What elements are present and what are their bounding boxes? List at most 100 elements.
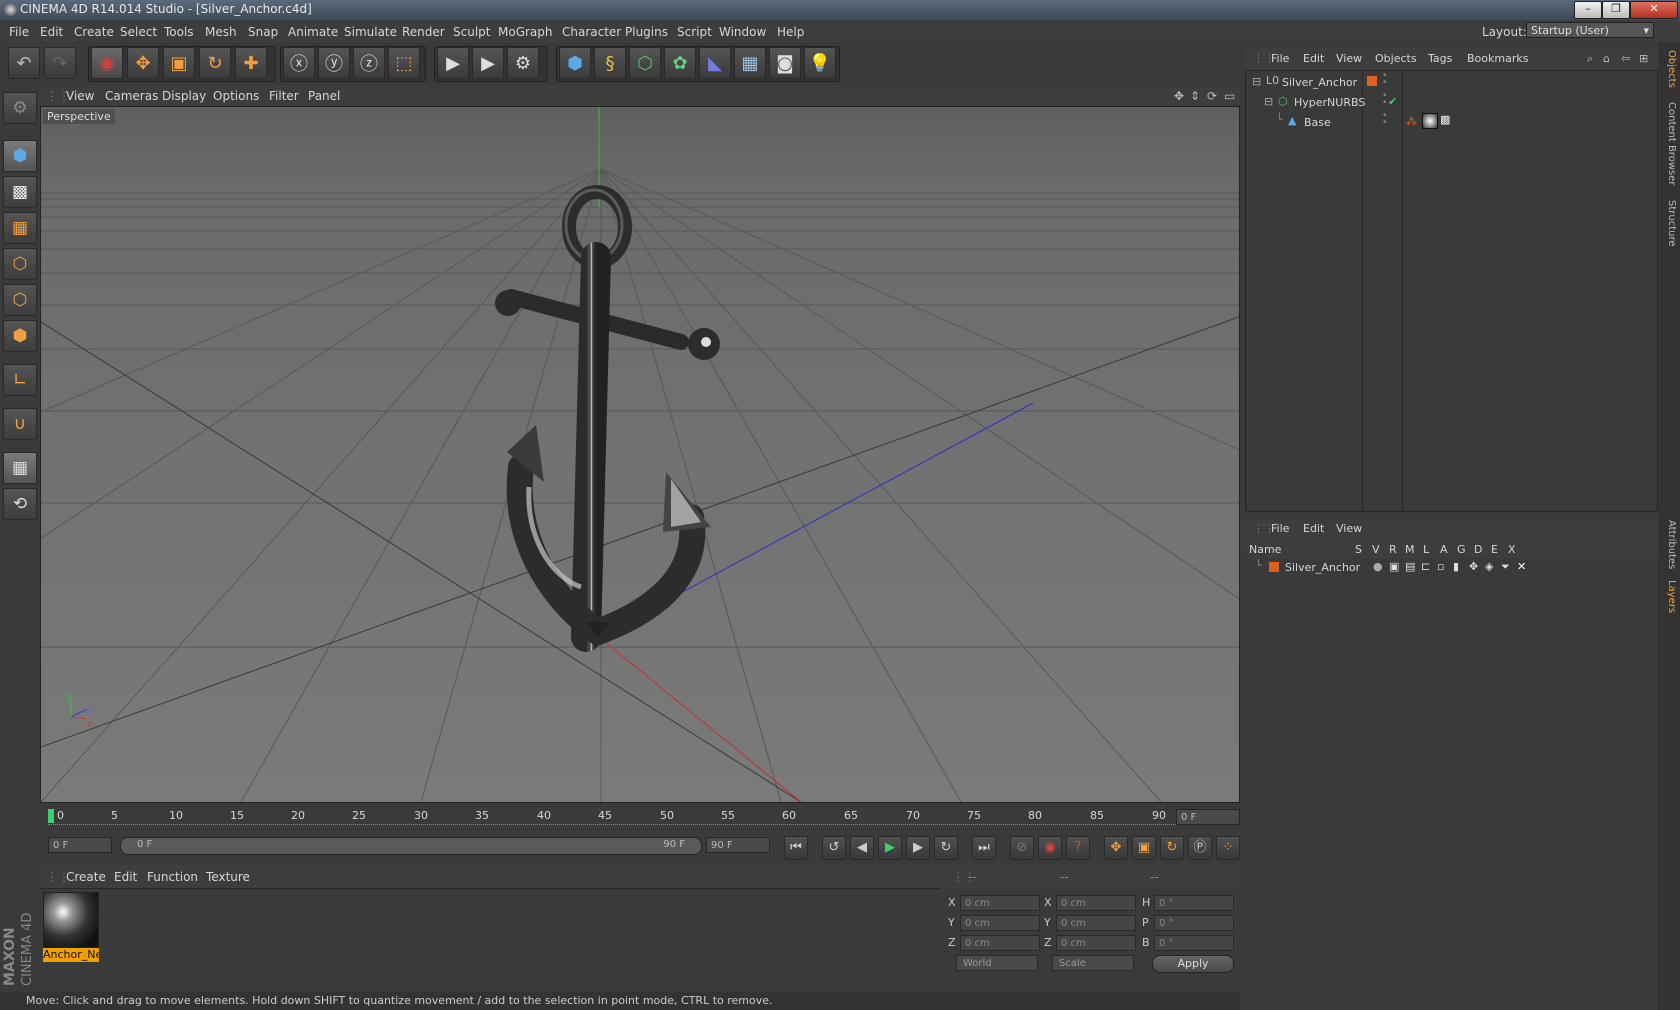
key-position-icon[interactable]: ✥ (1104, 836, 1128, 860)
menu-file[interactable]: File (9, 25, 29, 39)
layers-menu-file[interactable]: File (1271, 522, 1289, 535)
menu-plugins[interactable]: Plugins (625, 25, 668, 39)
render-view-icon[interactable]: ▶ (437, 47, 469, 79)
layers-menu-edit[interactable]: Edit (1303, 522, 1324, 535)
objects-menu-file[interactable]: File (1271, 52, 1289, 65)
viewport-rotate-icon[interactable]: ⟳ (1207, 89, 1217, 103)
timeline-ruler[interactable]: 0 5 10 15 20 25 30 35 40 45 50 55 60 65 … (40, 805, 1240, 830)
timeline-playhead[interactable] (48, 809, 54, 823)
play-icon[interactable]: ▶ (878, 836, 902, 860)
enabled-check-icon[interactable]: ✔ (1388, 95, 1397, 108)
back-icon[interactable]: ⇦ (1621, 52, 1630, 65)
camera-icon[interactable]: ◙ (769, 47, 801, 79)
deformer-icon[interactable]: ◣ (699, 47, 731, 79)
menu-edit[interactable]: Edit (40, 25, 63, 39)
column-xref[interactable]: X (1508, 543, 1516, 556)
size-z-field[interactable]: 0 cm (1056, 935, 1136, 951)
model-mode-icon[interactable]: ⬢ (3, 140, 37, 172)
texture-mode-icon[interactable]: ▩ (3, 176, 37, 208)
menu-help[interactable]: Help (777, 25, 804, 39)
move-tool-icon[interactable]: ✥ (127, 47, 159, 79)
keyframe-selection-icon[interactable]: ? (1066, 836, 1090, 860)
menu-animate[interactable]: Animate (288, 25, 338, 39)
column-manager[interactable]: M (1405, 543, 1415, 556)
tab-attributes[interactable]: Attributes (1661, 520, 1677, 569)
key-rotation-icon[interactable]: ↻ (1160, 836, 1184, 860)
tab-content-browser[interactable]: Content Browser (1661, 102, 1677, 185)
coordinate-mode-dropdown[interactable]: World (956, 955, 1038, 971)
layer-row-silver-anchor[interactable]: └ Silver_Anchor ● ▣ ▤ ⊏ ▫ ▮ ✥ ◈ ⏷ ✕ (1245, 559, 1656, 578)
position-y-field[interactable]: 0 cm (960, 915, 1040, 931)
object-row-silver-anchor[interactable]: ⊟ L0 Silver_Anchor • • (1246, 72, 1657, 91)
menu-render[interactable]: Render (402, 25, 445, 39)
viewport-maximize-icon[interactable]: ▭ (1224, 89, 1235, 103)
menu-mesh[interactable]: Mesh (205, 25, 237, 39)
animation-toggle-icon[interactable]: ▮ (1453, 560, 1459, 573)
coordinate-system-icon[interactable]: ⬚ (388, 47, 420, 79)
cube-primitive-icon[interactable]: ⬢ (559, 47, 591, 79)
undo-button[interactable]: ↶ (8, 47, 40, 79)
layer-name[interactable]: Silver_Anchor (1285, 561, 1360, 574)
menu-window[interactable]: Window (719, 25, 766, 39)
key-pla-icon[interactable]: ⁘ (1216, 836, 1240, 860)
layout-select[interactable]: Startup (User) ▾ (1526, 22, 1654, 38)
size-y-field[interactable]: 0 cm (1056, 915, 1136, 931)
key-scale-icon[interactable]: ▣ (1132, 836, 1156, 860)
material-tag-icon[interactable] (1422, 113, 1438, 129)
tab-structure[interactable]: Structure (1661, 200, 1677, 247)
menu-character[interactable]: Character (562, 25, 621, 39)
close-button[interactable]: ✕ (1630, 1, 1678, 19)
manager-toggle-icon[interactable]: ⊏ (1421, 560, 1430, 573)
next-key-icon[interactable]: ↻ (934, 836, 958, 860)
material-preview[interactable] (43, 892, 99, 948)
column-locked[interactable]: L (1423, 543, 1429, 556)
layer-color-swatch[interactable] (1269, 562, 1279, 572)
current-frame-field[interactable]: 0 F (1176, 809, 1240, 825)
mograph-cloner-icon[interactable]: ✿ (664, 47, 696, 79)
x-axis-lock-icon[interactable]: ⓧ (283, 47, 315, 79)
tab-layers[interactable]: Layers (1661, 580, 1677, 613)
generator-toggle-icon[interactable]: ✥ (1469, 560, 1478, 573)
axis-mode-icon[interactable]: ∟ (3, 364, 37, 396)
menu-snap[interactable]: Snap (248, 25, 278, 39)
rotation-h-field[interactable]: 0 ° (1154, 895, 1234, 911)
column-view[interactable]: V (1372, 543, 1380, 556)
layers-menu-view[interactable]: View (1336, 522, 1362, 535)
uvw-tag-icon[interactable]: ▩ (1440, 113, 1450, 126)
goto-end-icon[interactable]: ⏭ (972, 836, 996, 860)
object-row-hypernurbs[interactable]: ⊟ ⬡ HyperNURBS • • ✔ (1246, 92, 1657, 111)
rotation-p-field[interactable]: 0 ° (1154, 915, 1234, 931)
material-menu-edit[interactable]: Edit (114, 870, 137, 884)
light-icon[interactable]: 💡 (804, 47, 836, 79)
record-keys-icon[interactable]: ⊘ (1010, 836, 1034, 860)
objects-menu-view[interactable]: View (1336, 52, 1362, 65)
nurbs-icon[interactable]: ⬡ (629, 47, 661, 79)
spline-icon[interactable]: § (594, 47, 626, 79)
previous-key-icon[interactable]: ↺ (822, 836, 846, 860)
menu-script[interactable]: Script (677, 25, 712, 39)
material-menu-function[interactable]: Function (147, 870, 198, 884)
material-menu-create[interactable]: Create (66, 870, 106, 884)
start-frame-field[interactable]: 0 F (48, 837, 112, 853)
z-axis-lock-icon[interactable]: ⓩ (353, 47, 385, 79)
rotate-tool-icon[interactable]: ↻ (199, 47, 231, 79)
objects-menu-edit[interactable]: Edit (1303, 52, 1324, 65)
object-row-base[interactable]: └ ▲ Base • • ⁂ ▩ (1246, 112, 1657, 131)
render-picture-viewer-icon[interactable]: ▶ (472, 47, 504, 79)
column-expressions[interactable]: E (1491, 543, 1498, 556)
material-menu-texture[interactable]: Texture (206, 870, 250, 884)
scene-floor-icon[interactable]: ▦ (734, 47, 766, 79)
menu-tools[interactable]: Tools (164, 25, 194, 39)
minimize-button[interactable]: – (1574, 1, 1602, 19)
lock-toggle-icon[interactable]: ▫ (1437, 560, 1444, 573)
layer-color-swatch[interactable] (1367, 76, 1377, 86)
viewport-menu-view[interactable]: View (66, 89, 94, 103)
visibility-dots-icon[interactable]: • • (1382, 112, 1387, 128)
column-name[interactable]: Name (1249, 543, 1281, 556)
scale-tool-icon[interactable]: ▣ (163, 47, 195, 79)
new-view-icon[interactable]: ⊞ (1639, 52, 1648, 65)
column-render[interactable]: R (1389, 543, 1397, 556)
tree-expand-icon[interactable]: ⊟ (1264, 95, 1273, 108)
material-name[interactable]: Anchor_Ne (43, 948, 99, 962)
tab-objects[interactable]: Objects (1661, 50, 1677, 88)
